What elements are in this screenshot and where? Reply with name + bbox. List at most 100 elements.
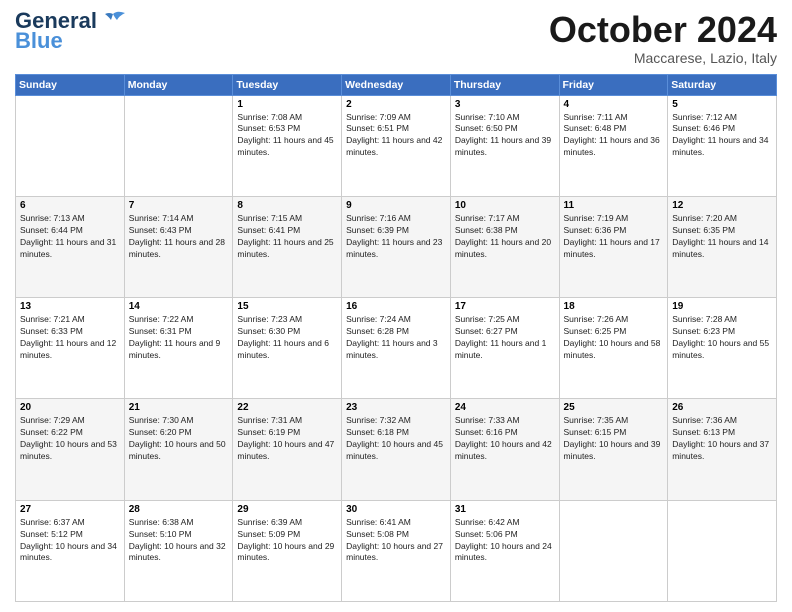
calendar-day-cell: 18 Sunrise: 7:26 AM Sunset: 6:25 PM Dayli… (559, 298, 668, 399)
day-info: Sunrise: 7:17 AM Sunset: 6:38 PM Dayligh… (455, 213, 555, 261)
day-info: Sunrise: 7:16 AM Sunset: 6:39 PM Dayligh… (346, 213, 446, 261)
calendar-day-cell: 23 Sunrise: 7:32 AM Sunset: 6:18 PM Dayli… (342, 399, 451, 500)
calendar-day-cell: 10 Sunrise: 7:17 AM Sunset: 6:38 PM Dayli… (450, 196, 559, 297)
day-info: Sunrise: 7:36 AM Sunset: 6:13 PM Dayligh… (672, 415, 772, 463)
day-info: Sunrise: 7:09 AM Sunset: 6:51 PM Dayligh… (346, 112, 446, 160)
calendar-day-cell: 26 Sunrise: 7:36 AM Sunset: 6:13 PM Dayli… (668, 399, 777, 500)
day-number: 15 (237, 301, 337, 312)
day-info: Sunrise: 6:41 AM Sunset: 5:08 PM Dayligh… (346, 517, 446, 565)
weekday-header: Monday (124, 74, 233, 95)
day-info: Sunrise: 7:33 AM Sunset: 6:16 PM Dayligh… (455, 415, 555, 463)
calendar-day-cell: 30 Sunrise: 6:41 AM Sunset: 5:08 PM Dayli… (342, 500, 451, 601)
day-number: 11 (564, 200, 664, 211)
day-number: 16 (346, 301, 446, 312)
day-info: Sunrise: 7:23 AM Sunset: 6:30 PM Dayligh… (237, 314, 337, 362)
day-info: Sunrise: 7:19 AM Sunset: 6:36 PM Dayligh… (564, 213, 664, 261)
day-number: 23 (346, 402, 446, 413)
calendar-day-cell: 27Sunrise: 6:37 AM Sunset: 5:12 PM Dayli… (16, 500, 125, 601)
day-number: 26 (672, 402, 772, 413)
day-info: Sunrise: 7:31 AM Sunset: 6:19 PM Dayligh… (237, 415, 337, 463)
day-info: Sunrise: 6:42 AM Sunset: 5:06 PM Dayligh… (455, 517, 555, 565)
day-number: 5 (672, 99, 772, 110)
day-info: Sunrise: 7:25 AM Sunset: 6:27 PM Dayligh… (455, 314, 555, 362)
day-number: 14 (129, 301, 229, 312)
day-info: Sunrise: 7:32 AM Sunset: 6:18 PM Dayligh… (346, 415, 446, 463)
day-info: Sunrise: 6:38 AM Sunset: 5:10 PM Dayligh… (129, 517, 229, 565)
weekday-header: Wednesday (342, 74, 451, 95)
calendar-day-cell: 19Sunrise: 7:28 AM Sunset: 6:23 PM Dayli… (668, 298, 777, 399)
calendar-day-cell (16, 95, 125, 196)
calendar-day-cell: 31 Sunrise: 6:42 AM Sunset: 5:06 PM Dayli… (450, 500, 559, 601)
day-info: Sunrise: 7:12 AM Sunset: 6:46 PM Dayligh… (672, 112, 772, 160)
calendar-day-cell: 11 Sunrise: 7:19 AM Sunset: 6:36 PM Dayli… (559, 196, 668, 297)
day-info: Sunrise: 7:11 AM Sunset: 6:48 PM Dayligh… (564, 112, 664, 160)
day-info: Sunrise: 7:35 AM Sunset: 6:15 PM Dayligh… (564, 415, 664, 463)
calendar-day-cell: 6 Sunrise: 7:13 AM Sunset: 6:44 PM Daylig… (16, 196, 125, 297)
calendar-day-cell: 12 Sunrise: 7:20 AM Sunset: 6:35 PM Dayli… (668, 196, 777, 297)
day-info: Sunrise: 7:15 AM Sunset: 6:41 PM Dayligh… (237, 213, 337, 261)
day-number: 22 (237, 402, 337, 413)
day-number: 3 (455, 99, 555, 110)
weekday-header: Sunday (16, 74, 125, 95)
day-number: 27 (20, 504, 120, 515)
day-number: 18 (564, 301, 664, 312)
logo: General Blue (15, 10, 127, 52)
calendar-week-row: 27Sunrise: 6:37 AM Sunset: 5:12 PM Dayli… (16, 500, 777, 601)
day-info: Sunrise: 7:21 AM Sunset: 6:33 PM Dayligh… (20, 314, 120, 362)
day-info: Sunrise: 7:13 AM Sunset: 6:44 PM Dayligh… (20, 213, 120, 261)
calendar-day-cell: 29 Sunrise: 6:39 AM Sunset: 5:09 PM Dayli… (233, 500, 342, 601)
day-number: 10 (455, 200, 555, 211)
day-number: 7 (129, 200, 229, 211)
calendar-day-cell: 4 Sunrise: 7:11 AM Sunset: 6:48 PM Daylig… (559, 95, 668, 196)
day-number: 29 (237, 504, 337, 515)
calendar-day-cell: 2 Sunrise: 7:09 AM Sunset: 6:51 PM Daylig… (342, 95, 451, 196)
calendar-day-cell (668, 500, 777, 601)
calendar-day-cell: 17 Sunrise: 7:25 AM Sunset: 6:27 PM Dayli… (450, 298, 559, 399)
day-number: 28 (129, 504, 229, 515)
calendar-day-cell: 9 Sunrise: 7:16 AM Sunset: 6:39 PM Daylig… (342, 196, 451, 297)
day-number: 9 (346, 200, 446, 211)
title-area: October 2024 Maccarese, Lazio, Italy (549, 10, 777, 66)
calendar-day-cell: 21Sunrise: 7:30 AM Sunset: 6:20 PM Dayli… (124, 399, 233, 500)
calendar-table: SundayMondayTuesdayWednesdayThursdayFrid… (15, 74, 777, 602)
page: General Blue October 2024 Maccarese, Laz… (0, 0, 792, 612)
day-number: 8 (237, 200, 337, 211)
day-number: 12 (672, 200, 772, 211)
calendar-week-row: 6 Sunrise: 7:13 AM Sunset: 6:44 PM Daylig… (16, 196, 777, 297)
weekday-header: Tuesday (233, 74, 342, 95)
calendar-day-cell: 14 Sunrise: 7:22 AM Sunset: 6:31 PM Dayli… (124, 298, 233, 399)
calendar-week-row: 1Sunrise: 7:08 AM Sunset: 6:53 PM Daylig… (16, 95, 777, 196)
day-number: 2 (346, 99, 446, 110)
day-info: Sunrise: 7:29 AM Sunset: 6:22 PM Dayligh… (20, 415, 120, 463)
calendar-week-row: 20 Sunrise: 7:29 AM Sunset: 6:22 PM Dayli… (16, 399, 777, 500)
day-info: Sunrise: 7:26 AM Sunset: 6:25 PM Dayligh… (564, 314, 664, 362)
day-info: Sunrise: 7:28 AM Sunset: 6:23 PM Dayligh… (672, 314, 772, 362)
calendar-day-cell (124, 95, 233, 196)
calendar-day-cell: 20 Sunrise: 7:29 AM Sunset: 6:22 PM Dayli… (16, 399, 125, 500)
calendar-day-cell: 7 Sunrise: 7:14 AM Sunset: 6:43 PM Daylig… (124, 196, 233, 297)
day-info: Sunrise: 7:10 AM Sunset: 6:50 PM Dayligh… (455, 112, 555, 160)
calendar-day-cell: 5 Sunrise: 7:12 AM Sunset: 6:46 PM Daylig… (668, 95, 777, 196)
day-number: 24 (455, 402, 555, 413)
day-info: Sunrise: 6:39 AM Sunset: 5:09 PM Dayligh… (237, 517, 337, 565)
calendar-day-cell: 3 Sunrise: 7:10 AM Sunset: 6:50 PM Daylig… (450, 95, 559, 196)
logo-blue: Blue (15, 30, 63, 52)
day-info: Sunrise: 7:22 AM Sunset: 6:31 PM Dayligh… (129, 314, 229, 362)
day-info: Sunrise: 7:20 AM Sunset: 6:35 PM Dayligh… (672, 213, 772, 261)
weekday-header: Saturday (668, 74, 777, 95)
weekday-header-row: SundayMondayTuesdayWednesdayThursdayFrid… (16, 74, 777, 95)
day-number: 20 (20, 402, 120, 413)
day-number: 6 (20, 200, 120, 211)
calendar-day-cell: 1Sunrise: 7:08 AM Sunset: 6:53 PM Daylig… (233, 95, 342, 196)
logo-bird-icon (99, 10, 127, 32)
day-number: 31 (455, 504, 555, 515)
day-number: 30 (346, 504, 446, 515)
day-info: Sunrise: 7:24 AM Sunset: 6:28 PM Dayligh… (346, 314, 446, 362)
calendar-day-cell: 8 Sunrise: 7:15 AM Sunset: 6:41 PM Daylig… (233, 196, 342, 297)
weekday-header: Thursday (450, 74, 559, 95)
day-number: 25 (564, 402, 664, 413)
day-number: 4 (564, 99, 664, 110)
calendar-day-cell: 24 Sunrise: 7:33 AM Sunset: 6:16 PM Dayli… (450, 399, 559, 500)
day-info: Sunrise: 7:14 AM Sunset: 6:43 PM Dayligh… (129, 213, 229, 261)
day-number: 17 (455, 301, 555, 312)
